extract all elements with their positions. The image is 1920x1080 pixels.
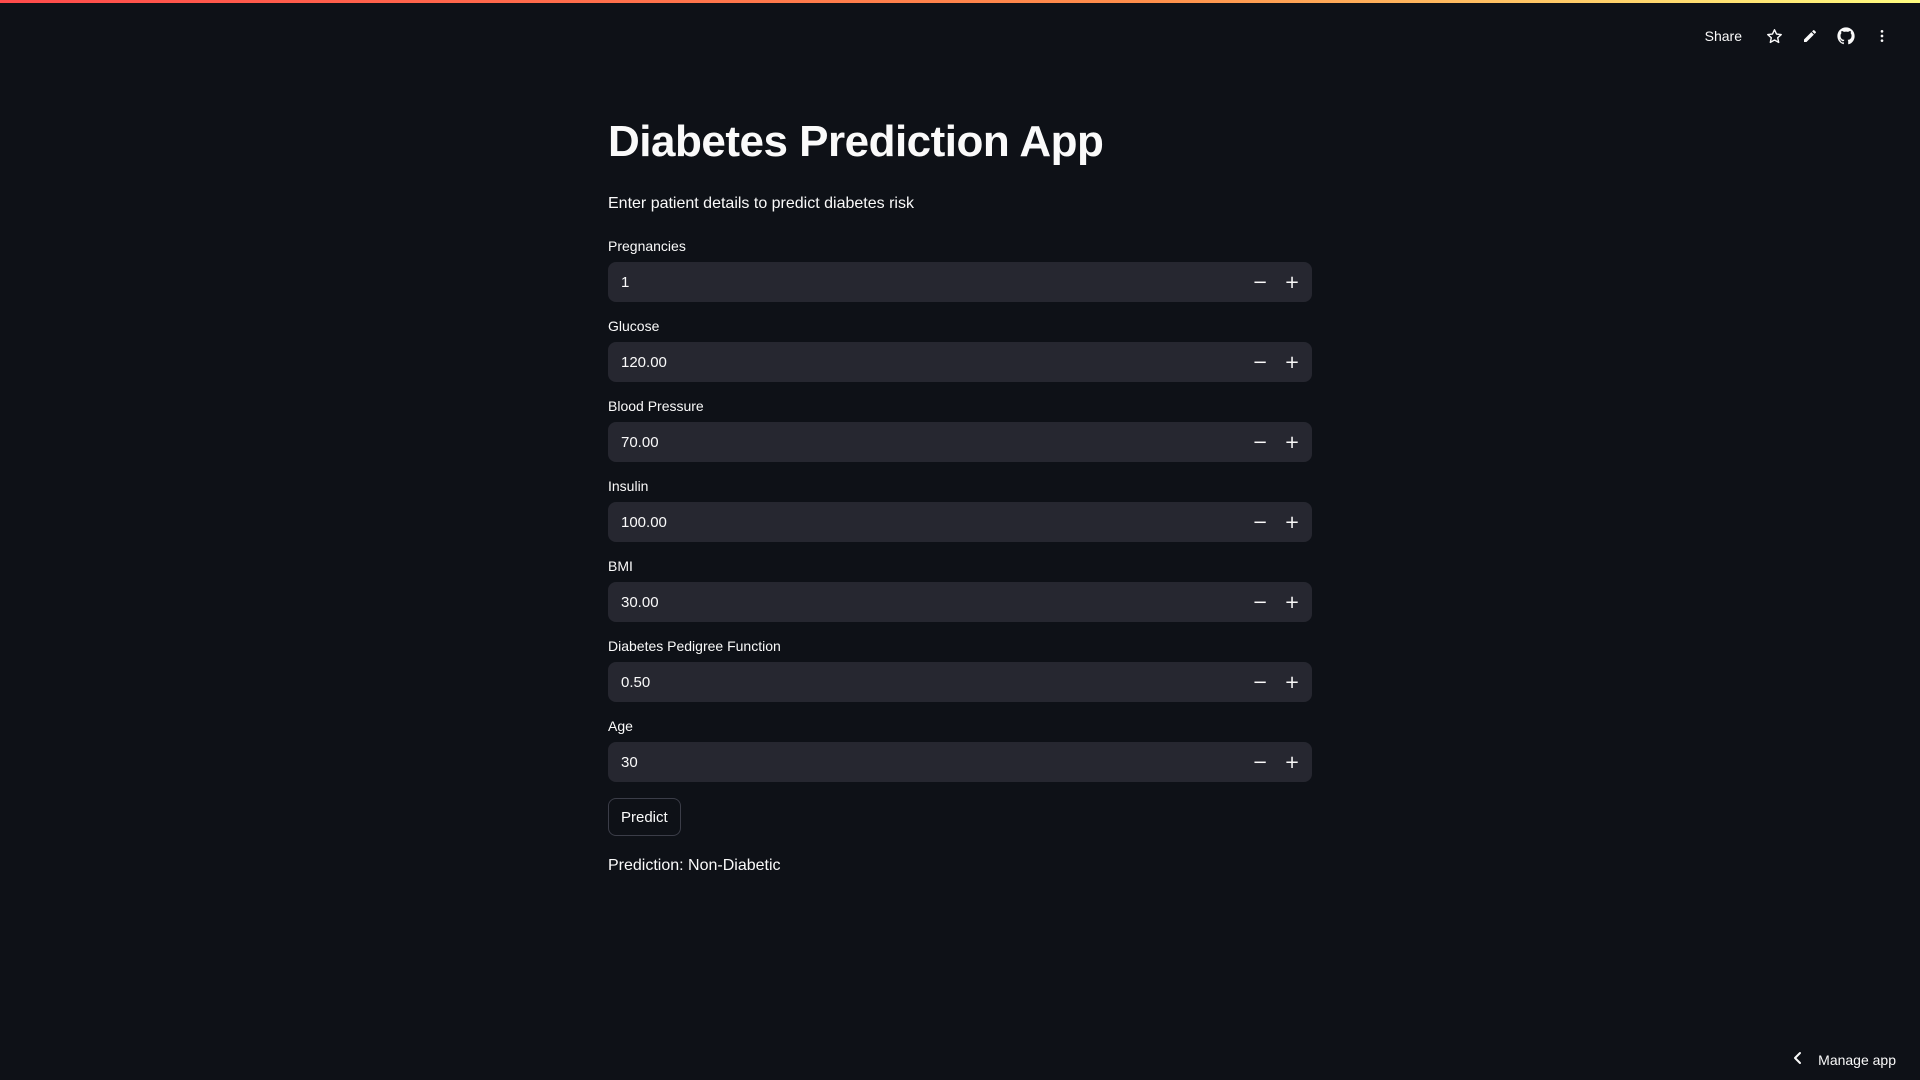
field-age: Age − +: [608, 716, 1312, 782]
field-pregnancies: Pregnancies − +: [608, 236, 1312, 302]
field-label: Glucose: [608, 318, 660, 334]
decrement-button[interactable]: −: [1244, 582, 1276, 622]
increment-button[interactable]: +: [1276, 742, 1308, 782]
insulin-number-input: − +: [608, 502, 1312, 542]
age-number-input: − +: [608, 742, 1312, 782]
increment-button[interactable]: +: [1276, 262, 1308, 302]
decrement-button[interactable]: −: [1244, 662, 1276, 702]
insulin-input[interactable]: [608, 502, 1244, 542]
star-icon[interactable]: [1756, 22, 1792, 50]
field-insulin: Insulin − +: [608, 476, 1312, 542]
field-label: Pregnancies: [608, 238, 686, 254]
pregnancies-input[interactable]: [608, 262, 1244, 302]
decrement-button[interactable]: −: [1244, 342, 1276, 382]
decrement-button[interactable]: −: [1244, 422, 1276, 462]
bmi-number-input: − +: [608, 582, 1312, 622]
increment-button[interactable]: +: [1276, 502, 1308, 542]
pencil-icon[interactable]: [1792, 22, 1828, 50]
decrement-button[interactable]: −: [1244, 742, 1276, 782]
increment-button[interactable]: +: [1276, 422, 1308, 462]
field-diabetes-pedigree-function: Diabetes Pedigree Function − +: [608, 636, 1312, 702]
page-title: Diabetes Prediction App: [608, 117, 1104, 166]
blood-pressure-input[interactable]: [608, 422, 1244, 462]
field-label: Blood Pressure: [608, 398, 704, 414]
blood-pressure-number-input: − +: [608, 422, 1312, 462]
glucose-number-input: − +: [608, 342, 1312, 382]
field-label: BMI: [608, 558, 633, 574]
pregnancies-number-input: − +: [608, 262, 1312, 302]
field-bmi: BMI − +: [608, 556, 1312, 622]
main-content: Diabetes Prediction App Enter patient de…: [608, 110, 1312, 878]
increment-button[interactable]: +: [1276, 342, 1308, 382]
age-input[interactable]: [608, 742, 1244, 782]
top-decoration-bar: [0, 0, 1920, 3]
header-toolbar: Share: [1697, 22, 1900, 50]
increment-button[interactable]: +: [1276, 582, 1308, 622]
field-label: Diabetes Pedigree Function: [608, 638, 781, 654]
page-subtitle: Enter patient details to predict diabete…: [608, 195, 914, 212]
diabetes-pedigree-number-input: − +: [608, 662, 1312, 702]
prediction-result: Prediction: Non-Diabetic: [608, 857, 781, 874]
manage-app-button[interactable]: Manage app: [1792, 1051, 1896, 1068]
chevron-left-icon: [1792, 1051, 1804, 1068]
diabetes-pedigree-input[interactable]: [608, 662, 1244, 702]
github-icon[interactable]: [1828, 22, 1864, 50]
field-blood-pressure: Blood Pressure − +: [608, 396, 1312, 462]
decrement-button[interactable]: −: [1244, 262, 1276, 302]
increment-button[interactable]: +: [1276, 662, 1308, 702]
field-glucose: Glucose − +: [608, 316, 1312, 382]
bmi-input[interactable]: [608, 582, 1244, 622]
predict-button[interactable]: Predict: [608, 798, 681, 836]
field-label: Insulin: [608, 478, 649, 494]
more-vertical-icon[interactable]: [1864, 22, 1900, 50]
decrement-button[interactable]: −: [1244, 502, 1276, 542]
field-label: Age: [608, 718, 633, 734]
manage-app-label: Manage app: [1818, 1051, 1896, 1068]
glucose-input[interactable]: [608, 342, 1244, 382]
share-button[interactable]: Share: [1697, 24, 1750, 48]
